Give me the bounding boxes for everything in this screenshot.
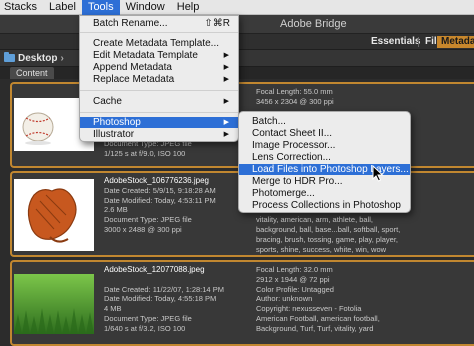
meta-line: 3000 x 2488 @ 300 ppi: [104, 224, 182, 234]
submenu-item-image-processor[interactable]: Image Processor...: [239, 140, 410, 151]
meta-line: 2.6 MB: [104, 205, 128, 215]
menu-item-label: Photoshop: [93, 117, 141, 128]
menu-bar: Stacks Label Tools Window Help: [0, 0, 474, 15]
menu-item-label: Create Metadata Template...: [93, 38, 219, 49]
menu-item-label: Photomerge...: [252, 188, 315, 199]
meta-line: 1/640 s at f/3.2, ISO 100: [104, 323, 186, 333]
item-filename[interactable]: AdobeStock_106776236.jpeg: [104, 176, 216, 186]
submenu-arrow-icon: ▶: [223, 76, 229, 83]
meta-line: Focal Length: 55.0 mm: [256, 87, 333, 96]
submenu-item-load-files-into-layers[interactable]: Load Files into Photoshop Layers...: [239, 164, 410, 175]
menu-item-label: Lens Correction...: [252, 152, 331, 163]
mouse-cursor-icon: [372, 165, 384, 182]
submenu-item-lens-correction[interactable]: Lens Correction...: [239, 152, 410, 163]
menu-item-photoshop[interactable]: Photoshop ▶: [80, 117, 238, 128]
menu-item-illustrator[interactable]: Illustrator ▶: [80, 129, 238, 140]
shortcut-label: ⇧⌘R: [204, 18, 230, 29]
item-filename[interactable]: AdobeStock_12077088.jpeg: [104, 265, 224, 275]
menu-item-replace-metadata[interactable]: Replace Metadata ▶: [80, 74, 238, 85]
workspace-essentials[interactable]: Essentials: [371, 36, 420, 48]
menu-window[interactable]: Window: [120, 0, 171, 15]
menu-item-label: Batch Rename...: [93, 18, 168, 29]
adobe-bridge-window: Stacks Label Tools Window Help Adobe Bri…: [0, 0, 474, 346]
meta-line: Document Type: JPEG file: [104, 313, 192, 323]
meta-line: Color Profile: Untagged: [256, 284, 334, 294]
submenu-arrow-icon: ▶: [223, 131, 229, 138]
meta-line: Focal Length: 32.0 mm: [256, 265, 333, 274]
menu-item-label: Append Metadata: [93, 62, 172, 73]
meta-line: 2912 x 1944 @ 72 ppi: [256, 274, 330, 284]
meta-line: American Football, american football,: [256, 313, 380, 323]
menu-item-batch-rename[interactable]: Batch Rename... ⇧⌘R: [80, 18, 238, 29]
submenu-item-contact-sheet[interactable]: Contact Sheet II...: [239, 128, 410, 139]
submenu-arrow-icon: ▶: [223, 119, 229, 126]
workspace-divider: [418, 37, 419, 47]
menu-item-label: Merge to HDR Pro...: [252, 176, 343, 187]
menu-divider: [80, 32, 238, 33]
menu-item-label: Batch...: [252, 116, 286, 127]
tools-menu: Batch Rename... ⇧⌘R Create Metadata Temp…: [79, 15, 239, 142]
baseball-glove-thumbnail[interactable]: [14, 179, 94, 251]
grass-field-thumbnail[interactable]: [14, 274, 94, 334]
menu-item-label: Contact Sheet II...: [252, 128, 333, 139]
menu-item-label: Cache: [93, 96, 122, 107]
menu-item-append-metadata[interactable]: Append Metadata ▶: [80, 62, 238, 73]
meta-line: Date Created: 5/9/15, 9:18:28 AM: [104, 185, 216, 195]
chevron-right-icon[interactable]: ›: [60, 53, 63, 64]
menu-item-cache[interactable]: Cache ▶: [80, 96, 238, 107]
meta-line: Date Modified: Today, 4:55:18 PM: [104, 294, 217, 304]
item-meta-left: AdobeStock_12077088.jpeg Date Created: 1…: [104, 265, 224, 334]
workspace-metadata[interactable]: Metadata: [437, 36, 474, 48]
item-meta-right: Focal Length: 55.0 mm 3456 x 2304 @ 300 …: [256, 87, 334, 107]
submenu-item-batch[interactable]: Batch...: [239, 116, 410, 127]
item-meta-left: AdobeStock_106776236.jpeg Date Created: …: [104, 176, 216, 235]
content-item[interactable]: AdobeStock_12077088.jpeg Date Created: 1…: [10, 260, 474, 346]
meta-line: Document Type: JPEG file: [104, 215, 192, 225]
menu-item-label: Process Collections in Photoshop: [252, 200, 401, 211]
path-desktop[interactable]: Desktop: [18, 53, 57, 64]
menu-stacks[interactable]: Stacks: [0, 0, 43, 15]
submenu-arrow-icon: ▶: [223, 64, 229, 71]
menu-item-label: Edit Metadata Template: [93, 50, 198, 61]
submenu-arrow-icon: ▶: [223, 98, 229, 105]
meta-line: sports, shine, success, white, win, wow: [256, 244, 387, 254]
submenu-item-photomerge[interactable]: Photomerge...: [239, 188, 410, 199]
menu-item-label: Image Processor...: [252, 140, 336, 151]
menu-item-label: Replace Metadata: [93, 74, 175, 85]
meta-line: Date Created: 11/22/07, 1:28:14 PM: [104, 284, 224, 294]
meta-line: Background, Turf, Turf, vitality, yard: [256, 323, 374, 333]
meta-line: 3456 x 2304 @ 300 ppi: [256, 96, 334, 106]
meta-line: Copyright: nexusseven - Fotolia: [256, 304, 362, 314]
item-meta-right: Focal Length: 32.0 mm 2912 x 1944 @ 72 p…: [256, 265, 380, 334]
meta-line: 4 MB: [104, 304, 122, 314]
menu-item-create-metadata-template[interactable]: Create Metadata Template...: [80, 38, 238, 49]
menu-tools[interactable]: Tools: [81, 0, 120, 15]
meta-line: Date Modified: Today, 4:53:11 PM: [104, 195, 216, 205]
menu-divider: [80, 112, 238, 113]
menu-item-label: Load Files into Photoshop Layers...: [252, 164, 409, 175]
meta-line: bracing, brush, tossing, game, play, pla…: [256, 234, 399, 244]
submenu-item-merge-to-hdr[interactable]: Merge to HDR Pro...: [239, 176, 410, 187]
menu-label[interactable]: Label: [43, 0, 82, 15]
photoshop-submenu: Batch... Contact Sheet II... Image Proce…: [238, 111, 411, 213]
submenu-item-process-collections[interactable]: Process Collections in Photoshop: [239, 200, 410, 211]
meta-line: [104, 275, 224, 285]
meta-line: 1/125 s at f/9.0, ISO 100: [104, 148, 186, 158]
meta-line: vitality, american, arm, athlete, ball,: [256, 215, 373, 225]
app-title: Adobe Bridge: [280, 18, 347, 30]
menu-help[interactable]: Help: [171, 0, 206, 15]
menu-divider: [80, 90, 238, 91]
menu-item-edit-metadata-template[interactable]: Edit Metadata Template ▶: [80, 50, 238, 61]
menu-item-label: Illustrator: [93, 129, 135, 140]
folder-icon: [4, 52, 15, 62]
tab-content[interactable]: Content: [10, 67, 54, 79]
submenu-arrow-icon: ▶: [223, 52, 229, 59]
meta-line: background, ball, base...ball, softball,…: [256, 224, 401, 234]
meta-line: Author: unknown: [256, 294, 313, 304]
